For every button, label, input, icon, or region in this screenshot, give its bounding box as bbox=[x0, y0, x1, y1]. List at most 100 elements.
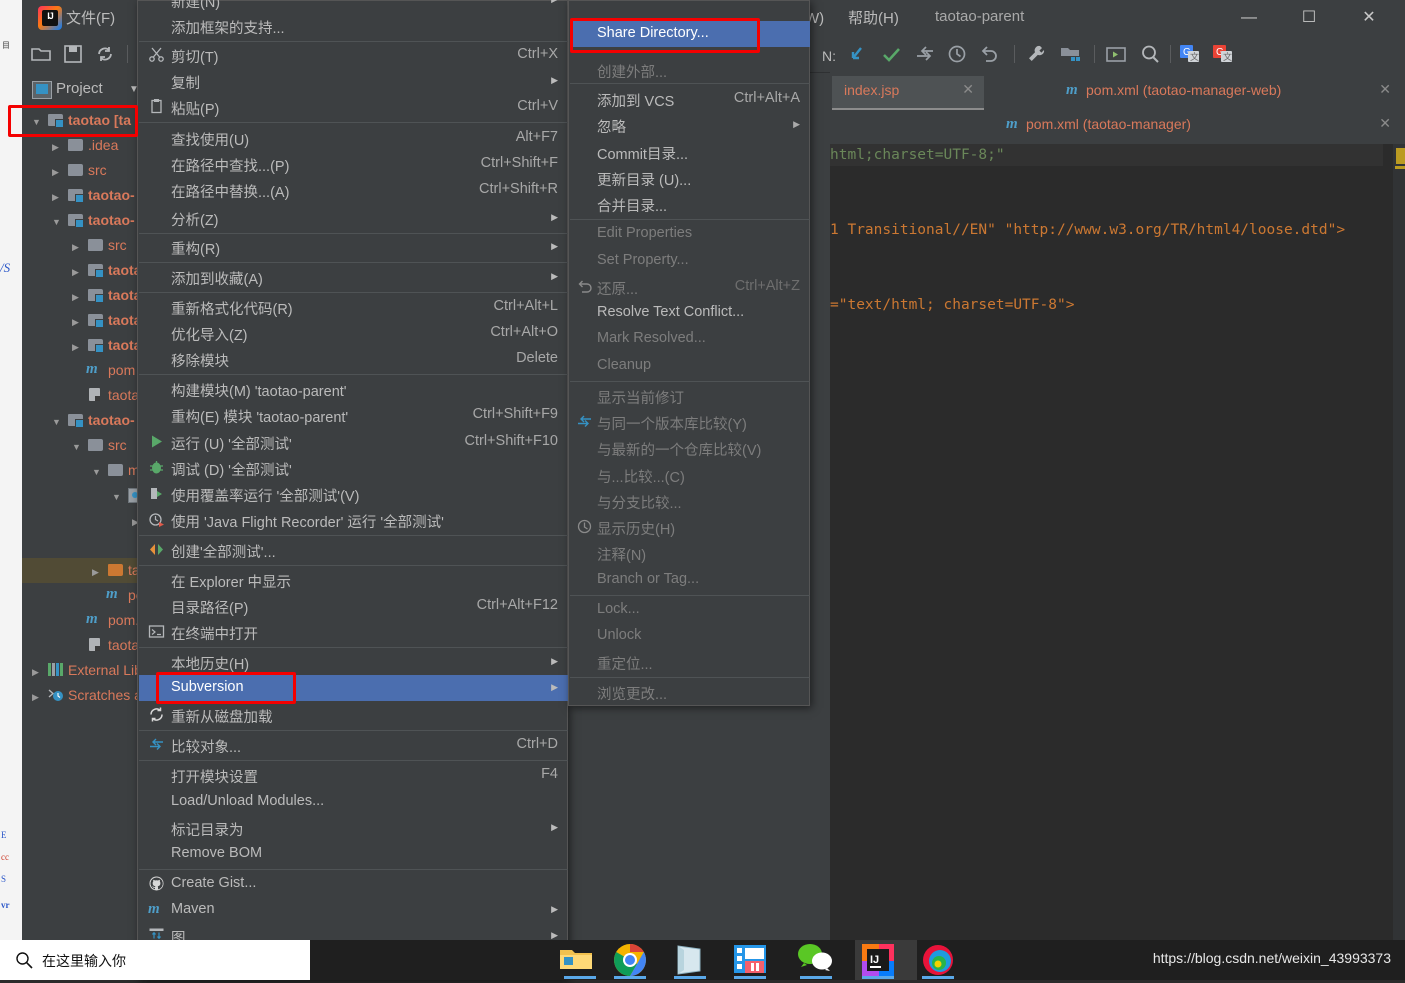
context-menu-item[interactable]: 复制 ▶ bbox=[139, 68, 568, 94]
close-button[interactable]: ✕ bbox=[1346, 4, 1392, 32]
tree-expand-arrow[interactable]: ▶ bbox=[52, 142, 59, 153]
context-menu-item[interactable]: 创建'全部测试'... bbox=[139, 537, 568, 563]
submenu-item[interactable]: 还原... Ctrl+Alt+Z bbox=[570, 274, 810, 300]
tree-expand-arrow[interactable]: ▼ bbox=[72, 442, 81, 452]
wechat-icon[interactable] bbox=[796, 942, 844, 980]
submenu-item[interactable]: 更新目录 (U)... bbox=[570, 165, 810, 191]
submenu-item[interactable]: 添加到 VCS Ctrl+Alt+A bbox=[570, 86, 810, 112]
submenu-item[interactable]: Commit目录... bbox=[570, 139, 810, 165]
menubar-item-help[interactable]: 帮助(H) bbox=[848, 7, 899, 28]
context-menu-item[interactable]: 目录路径(P) Ctrl+Alt+F12 bbox=[139, 593, 568, 619]
context-menu-item[interactable]: 重新从磁盘加载 bbox=[139, 702, 568, 728]
compare-icon[interactable] bbox=[914, 43, 936, 65]
history-icon[interactable] bbox=[946, 43, 968, 65]
editor-scrollbar-gutter[interactable] bbox=[1393, 144, 1405, 940]
maximize-button[interactable]: ☐ bbox=[1286, 4, 1332, 32]
settings-wrench-icon[interactable] bbox=[1025, 43, 1047, 65]
submenu-item[interactable]: 创建外部... bbox=[570, 57, 810, 83]
tree-expand-arrow[interactable]: ▶ bbox=[72, 292, 79, 303]
minimize-button[interactable]: — bbox=[1226, 4, 1272, 32]
submenu-item[interactable]: 显示当前修订 bbox=[570, 383, 810, 409]
tree-expand-arrow[interactable]: ▼ bbox=[52, 217, 61, 227]
intellij-idea-icon[interactable]: IJ bbox=[860, 942, 908, 980]
tree-expand-arrow[interactable]: ▶ bbox=[32, 667, 39, 678]
context-menu-item[interactable]: 粘贴(P) Ctrl+V bbox=[139, 94, 568, 120]
context-menu-item[interactable]: Load/Unload Modules... bbox=[139, 789, 568, 815]
translate-alt-icon[interactable]: G文 bbox=[1212, 43, 1234, 65]
update-project-icon[interactable] bbox=[846, 43, 868, 65]
folder-open-icon[interactable] bbox=[30, 43, 52, 65]
tree-expand-arrow[interactable]: ▶ bbox=[52, 167, 59, 178]
context-menu-item[interactable]: 移除模块 Delete bbox=[139, 346, 568, 372]
submenu-item[interactable]: Resolve Text Conflict... bbox=[570, 300, 810, 326]
context-menu-item[interactable]: 重构(R) ▶ bbox=[139, 234, 568, 260]
submenu-item[interactable]: Lock... bbox=[570, 597, 810, 623]
tab-pom-manager[interactable]: m pom.xml (taotao-manager) ✕ bbox=[988, 110, 1403, 142]
context-menu-item[interactable]: m Maven ▶ bbox=[139, 897, 568, 923]
context-menu-item[interactable]: 优化导入(Z) Ctrl+Alt+O bbox=[139, 320, 568, 346]
rollback-icon[interactable] bbox=[978, 43, 1000, 65]
submenu-item[interactable]: 与分支比较... bbox=[570, 488, 810, 514]
project-context-menu[interactable]: 新建(N) ▶ 添加框架的支持... 剪切(T) Ctrl+X 复制 ▶ 粘贴(P) Ctrl+… bbox=[137, 0, 568, 980]
tree-expand-arrow[interactable]: ▶ bbox=[32, 692, 39, 703]
tree-expand-arrow[interactable]: ▶ bbox=[72, 267, 79, 278]
office-icon[interactable] bbox=[732, 942, 780, 980]
submenu-item[interactable]: 合并目录... bbox=[570, 191, 810, 217]
menubar-item-file[interactable]: 文件(F) bbox=[66, 7, 115, 28]
context-menu-item[interactable]: 标记目录为 ▶ bbox=[139, 815, 568, 841]
tab-index-jsp[interactable]: index.jsp ✕ bbox=[832, 76, 984, 108]
context-menu-item[interactable]: 添加到收藏(A) ▶ bbox=[139, 264, 568, 290]
context-menu-item[interactable]: Create Gist... bbox=[139, 871, 568, 897]
submenu-item[interactable]: Cleanup bbox=[570, 353, 810, 379]
code-editor[interactable]: html;charset=UTF-8;" 1 Transitional//EN"… bbox=[830, 144, 1405, 940]
context-menu-item[interactable]: 运行 (U) '全部测试' Ctrl+Shift+F10 bbox=[139, 429, 568, 455]
context-menu-item[interactable]: 新建(N) ▶ bbox=[139, 0, 568, 13]
submenu-item[interactable]: Mark Resolved... bbox=[570, 326, 810, 352]
context-menu-item[interactable]: 在路径中查找...(P) Ctrl+Shift+F bbox=[139, 151, 568, 177]
context-menu-item[interactable]: Remove BOM bbox=[139, 841, 568, 867]
tree-expand-arrow[interactable]: ▶ bbox=[72, 242, 79, 253]
submenu-item[interactable]: Unlock bbox=[570, 623, 810, 649]
tree-expand-arrow[interactable]: ▼ bbox=[112, 492, 121, 502]
submenu-item[interactable]: Edit Properties bbox=[570, 221, 810, 247]
context-menu-item[interactable]: 重构(E) 模块 'taotao-parent' Ctrl+Shift+F9 bbox=[139, 402, 568, 428]
context-menu-item[interactable]: 剪切(T) Ctrl+X bbox=[139, 42, 568, 68]
submenu-item[interactable]: 与最新的一个仓库比较(V) bbox=[570, 435, 810, 461]
other-browser-icon[interactable] bbox=[920, 942, 968, 980]
close-icon[interactable]: ✕ bbox=[962, 81, 974, 98]
commit-icon[interactable] bbox=[880, 43, 902, 65]
save-icon[interactable] bbox=[62, 43, 84, 65]
subversion-submenu[interactable]: Share Directory... 创建外部... 添加到 VCS Ctrl+Alt… bbox=[568, 0, 810, 706]
project-structure-icon[interactable] bbox=[1059, 43, 1081, 65]
google-translate-icon[interactable]: G文 bbox=[1179, 43, 1201, 65]
context-menu-item[interactable]: 分析(Z) ▶ bbox=[139, 205, 568, 231]
context-menu-item[interactable]: 重新格式化代码(R) Ctrl+Alt+L bbox=[139, 294, 568, 320]
close-icon[interactable]: ✕ bbox=[1379, 81, 1391, 98]
submenu-item[interactable]: Branch or Tag... bbox=[570, 567, 810, 593]
search-everywhere-icon[interactable] bbox=[1139, 43, 1161, 65]
context-menu-item[interactable]: 打开模块设置 F4 bbox=[139, 762, 568, 788]
context-menu-item[interactable]: 查找使用(U) Alt+F7 bbox=[139, 125, 568, 151]
submenu-item[interactable]: 与...比较...(C) bbox=[570, 462, 810, 488]
submenu-item[interactable]: 显示历史(H) bbox=[570, 514, 810, 540]
run-window-icon[interactable] bbox=[1105, 43, 1127, 65]
tree-expand-arrow[interactable]: ▶ bbox=[72, 317, 79, 328]
submenu-item[interactable]: 与同一个版本库比较(Y) bbox=[570, 409, 810, 435]
context-menu-item[interactable]: 比较对象... Ctrl+D bbox=[139, 732, 568, 758]
context-menu-item[interactable]: 添加框架的支持... bbox=[139, 13, 568, 39]
context-menu-item[interactable]: 在路径中替换...(A) Ctrl+Shift+R bbox=[139, 177, 568, 203]
submenu-item[interactable]: 注释(N) bbox=[570, 540, 810, 566]
context-menu-item[interactable]: 调试 (D) '全部测试' bbox=[139, 455, 568, 481]
submenu-item[interactable]: 忽略 ▶ bbox=[570, 112, 810, 138]
close-icon[interactable]: ✕ bbox=[1379, 115, 1391, 132]
tree-expand-arrow[interactable]: ▼ bbox=[52, 417, 61, 427]
context-menu-item[interactable]: 在终端中打开 bbox=[139, 619, 568, 645]
tree-expand-arrow[interactable]: ▶ bbox=[72, 342, 79, 353]
tab-pom-manager-web[interactable]: m pom.xml (taotao-manager-web) ✕ bbox=[988, 76, 1403, 108]
chrome-icon[interactable] bbox=[612, 942, 660, 980]
tree-expand-arrow[interactable]: ▶ bbox=[92, 567, 99, 578]
context-menu-item[interactable]: 使用 'Java Flight Recorder' 运行 '全部测试' bbox=[139, 507, 568, 533]
context-menu-item[interactable]: 在 Explorer 中显示 bbox=[139, 567, 568, 593]
submenu-item[interactable]: 浏览更改... bbox=[570, 679, 810, 705]
sync-icon[interactable] bbox=[94, 43, 116, 65]
